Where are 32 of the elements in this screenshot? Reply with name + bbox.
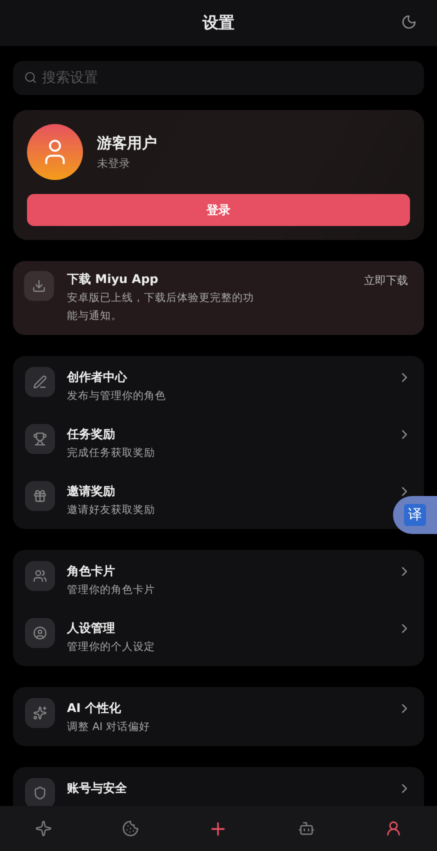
item-title[interactable]: 账号与安全 <box>67 780 385 796</box>
moon-icon[interactable] <box>401 14 417 30</box>
item-title[interactable]: 人设管理 <box>67 620 385 636</box>
item-icon <box>25 367 55 397</box>
item-title[interactable]: 创作者中心 <box>67 369 385 385</box>
item-subtitle: 管理你的个人设定 <box>67 640 156 655</box>
download-title: 下载 Miyu App <box>67 271 160 287</box>
search-field[interactable]: 搜索设置 <box>13 61 424 95</box>
login-status: 未登录 <box>97 156 131 170</box>
download-description: 安卓版已上线，下载后体验更完整的功能与通知。 <box>67 291 255 324</box>
item-title[interactable]: AI 个性化 <box>67 700 385 716</box>
item-icon <box>25 618 55 648</box>
item-icon <box>25 424 55 454</box>
user-name: 游客用户 <box>97 134 157 152</box>
item-subtitle: 调整 AI 对话偏好 <box>67 720 151 735</box>
item-title[interactable]: 邀请奖励 <box>67 483 385 499</box>
item-subtitle: 邀请好友获取奖励 <box>67 503 156 518</box>
item-icon <box>25 561 55 591</box>
item-icon <box>25 481 55 511</box>
item-subtitle: 管理你的角色卡片 <box>67 583 156 598</box>
page-title: 设置 <box>202 12 234 34</box>
search-icon <box>24 71 37 84</box>
item-icon <box>25 778 55 806</box>
item-title[interactable]: 角色卡片 <box>67 563 385 579</box>
item-subtitle: 完成任务获取奖励 <box>67 446 156 461</box>
translate-button[interactable]: 译 <box>393 496 437 534</box>
item-icon <box>25 698 55 728</box>
download-icon <box>24 271 54 301</box>
download-link[interactable]: 立即下载 <box>364 273 408 288</box>
item-title[interactable]: 任务奖励 <box>67 426 385 442</box>
login-button[interactable]: 登录 <box>27 194 410 226</box>
item-subtitle: 发布与管理你的角色 <box>67 389 167 404</box>
